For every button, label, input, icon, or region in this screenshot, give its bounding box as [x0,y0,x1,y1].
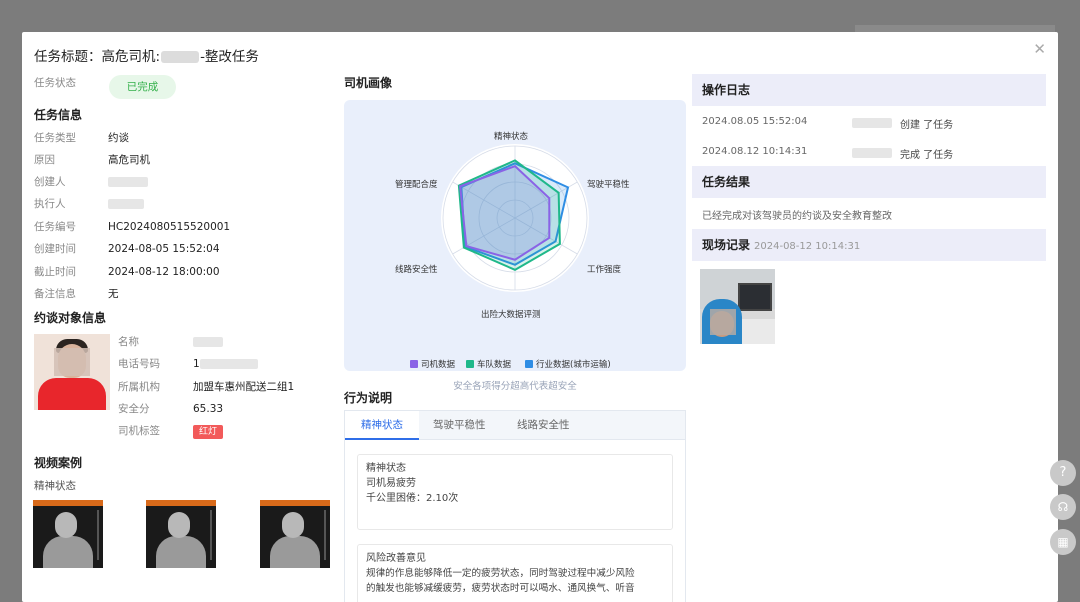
driver-portrait-panel: 精神状态 驾驶平稳性 工作强度 出险大数据评测 线路安全性 管理配合度 司机数据… [344,100,686,392]
video-heading: 视频案例 [34,456,83,470]
blurred-executor [108,199,144,209]
help-icon[interactable]: ? [1050,460,1076,486]
grid-icon[interactable]: ▦ [1050,529,1076,555]
log-heading: 操作日志 [692,74,1046,106]
portrait-footer: 安全各项得分超高代表超安全 [453,381,577,392]
blurred-driver-name [193,337,223,347]
axis-label: 管理配合度 [395,180,438,190]
portrait-heading: 司机画像 [344,76,393,90]
axis-label: 线路安全性 [395,265,438,275]
tab-mental-state[interactable]: 精神状态 [345,411,419,440]
mental-state-box: 精神状态 司机易疲劳 千公里困倦：2.10次 [357,454,673,530]
scene-heading: 现场记录 2024-08-12 10:14:31 [692,229,1046,261]
legend-item[interactable]: 行业数据(城市运输) [525,358,611,370]
blurred-operator [852,118,892,128]
scene-photo[interactable] [700,269,775,344]
blurred-operator [852,148,892,158]
headset-icon[interactable]: ☊ [1050,494,1076,520]
axis-label: 精神状态 [494,132,529,142]
task-detail-modal: 任务标题：高危司机: -整改任务 ✕ 任务状态 已完成 任务信息 任务类型 约谈 原… [22,32,1058,602]
axis-label: 驾驶平稳性 [587,180,630,190]
modal-title: 任务标题：高危司机: -整改任务 [34,49,259,65]
behavior-tab-body: 精神状态 司机易疲劳 千公里困倦：2.10次 风险改善意见 规律的作息能够降低一… [344,440,686,602]
video-thumbnail[interactable] [146,500,216,568]
result-heading: 任务结果 [692,166,1046,198]
video-thumbnail[interactable] [33,500,103,568]
target-info-heading: 约谈对象信息 [34,311,107,325]
behavior-heading: 行为说明 [344,391,393,405]
log-entry: 2024.08.12 10:14:31 完成 了任务 [702,146,954,161]
result-text: 已经完成对该驾驶员的约谈及安全教育整改 [702,211,892,222]
legend-item[interactable]: 司机数据 [410,358,455,370]
behavior-tabs: 精神状态 驾驶平稳性 线路安全性 [344,410,686,440]
blurred-name [161,51,200,63]
video-thumbnail[interactable] [260,500,330,568]
task-info-heading: 任务信息 [34,108,83,122]
status-badge: 已完成 [109,75,176,99]
driver-avatar [34,334,110,410]
tab-route-safety[interactable]: 线路安全性 [517,411,570,439]
axis-label: 工作强度 [587,265,622,275]
blurred-creator [108,177,148,187]
risk-advice-box: 风险改善意见 规律的作息能够降低一定的疲劳状态，同时驾驶过程中减少风险 的触发也… [357,544,673,602]
tab-driving-stability[interactable]: 驾驶平稳性 [433,411,486,439]
close-icon[interactable]: ✕ [1033,40,1046,58]
axis-label: 出险大数据评测 [481,310,541,320]
driver-tag-badge: 红灯 [193,425,224,439]
log-entry: 2024.08.05 15:52:04 创建 了任务 [702,116,954,131]
blurred-phone [199,359,258,369]
legend-item[interactable]: 车队数据 [466,358,511,370]
